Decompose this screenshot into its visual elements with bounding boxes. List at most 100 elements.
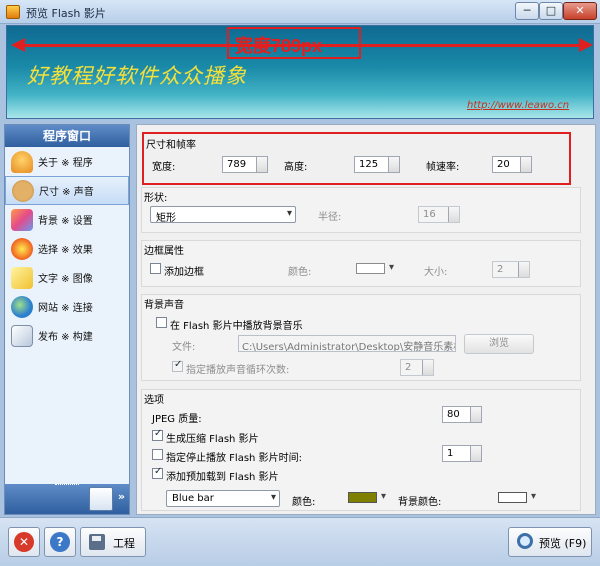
globe-icon — [11, 295, 33, 318]
app-icon — [6, 5, 20, 19]
banner-link[interactable]: http://www.leawo.cn — [467, 100, 569, 111]
help-button[interactable]: ? — [44, 527, 76, 557]
chevron-down-icon[interactable]: ▾ — [389, 262, 394, 273]
sidebar-item-label: 选择 ※ 效果 — [38, 245, 93, 256]
jpeg-quality-label: JPEG 质量: — [152, 414, 202, 425]
jpeg-quality-input[interactable]: 80 — [442, 406, 482, 423]
exit-button[interactable]: ✕ — [8, 527, 40, 557]
border-size-input[interactable]: 2 — [492, 261, 530, 278]
border-size-label: 大小: — [424, 267, 448, 278]
radius-input[interactable]: 16 — [418, 206, 460, 223]
grip-handle[interactable] — [55, 484, 79, 487]
sound-group-title: 背景声音 — [144, 300, 184, 311]
sidebar-item-label: 文字 ※ 图像 — [38, 274, 93, 285]
music-file-field[interactable]: C:\Users\Administrator\Desktop\安静音乐素材\手机 — [238, 335, 456, 352]
sound-group: 背景声音 在 Flash 影片中播放背景音乐 文件: C:\Users\Admi… — [141, 294, 581, 381]
compress-checkbox[interactable] — [152, 428, 163, 441]
background-icon — [11, 208, 33, 231]
preloader-style-select[interactable]: Blue bar — [166, 490, 280, 507]
stop-time-input[interactable]: 1 — [442, 445, 482, 462]
add-border-label: 添加边框 — [164, 267, 204, 278]
sidebar: 程序窗口 关于 ※ 程序 尺寸 ※ 声音 背景 ※ 设置 选择 ※ 效果 文字 … — [4, 124, 130, 515]
settings-panel: 尺寸和帧率 宽度: 789 高度: 125 帧速率: 20 形状: 矩形 半径:… — [136, 124, 596, 515]
border-group-title: 边框属性 — [144, 246, 184, 257]
text-pencil-icon — [11, 266, 33, 289]
sidebar-item-website[interactable]: 网站 ※ 连接 — [5, 292, 129, 321]
stop-time-label: 指定停止播放 Flash 影片时间: — [166, 453, 302, 464]
browse-button[interactable]: 浏览 — [464, 334, 534, 354]
preview-button[interactable]: 预览 (F9) — [508, 527, 592, 557]
background-color-swatch[interactable] — [498, 492, 527, 503]
banner-slogan: 好教程好软件众众播象 — [27, 64, 247, 88]
save-disk-icon — [89, 534, 105, 550]
sidebar-item-text-image[interactable]: 文字 ※ 图像 — [5, 263, 129, 292]
preloader-label: 添加预加载到 Flash 影片 — [166, 472, 279, 483]
height-label: 高度: — [284, 162, 308, 173]
fps-input[interactable]: 20 — [492, 156, 532, 173]
loop-count-input[interactable]: 2 — [400, 359, 434, 376]
sidebar-item-label: 关于 ※ 程序 — [38, 158, 93, 169]
loop-count-checkbox[interactable] — [172, 359, 183, 372]
publish-icon — [11, 324, 33, 347]
options-group-title: 选项 — [144, 395, 164, 406]
arrow-right-icon — [579, 38, 593, 52]
bottom-toolbar: ✕ ? 工程 预览 (F9) — [0, 517, 600, 566]
size-group: 尺寸和帧率 宽度: 789 高度: 125 帧速率: 20 — [141, 131, 581, 186]
background-color-label: 背景颜色: — [398, 497, 442, 508]
magnifier-icon — [517, 533, 533, 549]
loop-count-label: 指定播放声音循环次数: — [186, 365, 290, 376]
maximize-button[interactable]: □ — [539, 2, 563, 20]
size-group-title: 尺寸和帧率 — [146, 140, 196, 151]
close-window-button[interactable]: ✕ — [563, 2, 597, 20]
file-label: 文件: — [172, 342, 196, 353]
border-color-swatch[interactable] — [356, 263, 385, 274]
close-icon: ✕ — [14, 532, 34, 552]
compress-label: 生成压缩 Flash 影片 — [166, 434, 259, 445]
width-input[interactable]: 789 — [222, 156, 268, 173]
play-music-label: 在 Flash 影片中播放背景音乐 — [170, 321, 303, 332]
window-title: 预览 Flash 影片 — [26, 7, 106, 20]
home-icon — [11, 150, 33, 173]
play-music-checkbox[interactable] — [156, 317, 167, 328]
shape-group: 形状: 矩形 半径: 16 — [141, 187, 581, 233]
width-annotation: 宽度789px — [235, 36, 323, 56]
preloader-color-label: 颜色: — [292, 497, 316, 508]
effect-icon — [11, 237, 33, 260]
minimize-button[interactable]: ─ — [515, 2, 539, 20]
sidebar-item-about[interactable]: 关于 ※ 程序 — [5, 147, 129, 176]
cookie-icon — [12, 179, 34, 202]
sidebar-footer: » — [5, 484, 129, 514]
sidebar-header: 程序窗口 — [5, 125, 129, 147]
brush-tool-button[interactable] — [89, 487, 113, 511]
border-color-label: 颜色: — [288, 267, 312, 278]
options-group: 选项 JPEG 质量: 80 生成压缩 Flash 影片 指定停止播放 Flas… — [141, 389, 581, 511]
sidebar-item-label: 发布 ※ 构建 — [38, 332, 93, 343]
chevron-down-icon[interactable]: ▾ — [381, 491, 386, 502]
chevron-right-icon[interactable]: » — [118, 490, 125, 503]
radius-label: 半径: — [318, 212, 342, 223]
sidebar-item-background[interactable]: 背景 ※ 设置 — [5, 205, 129, 234]
sidebar-item-size-sound[interactable]: 尺寸 ※ 声音 — [5, 176, 129, 205]
sidebar-item-label: 背景 ※ 设置 — [38, 216, 93, 227]
height-input[interactable]: 125 — [354, 156, 400, 173]
sidebar-item-label: 网站 ※ 连接 — [38, 303, 93, 314]
sidebar-item-publish[interactable]: 发布 ※ 构建 — [5, 321, 129, 350]
width-label: 宽度: — [152, 162, 176, 173]
preloader-color-swatch[interactable] — [348, 492, 377, 503]
chevron-down-icon[interactable]: ▾ — [531, 491, 536, 502]
preloader-checkbox[interactable] — [152, 466, 163, 479]
sidebar-item-label: 尺寸 ※ 声音 — [39, 187, 94, 198]
stop-time-checkbox[interactable] — [152, 449, 163, 460]
project-button[interactable]: 工程 — [80, 527, 146, 557]
preview-button-label: 预览 (F9) — [539, 537, 587, 550]
shape-group-title: 形状: — [144, 193, 168, 204]
arrow-left-icon — [11, 38, 25, 52]
help-icon: ? — [50, 532, 70, 552]
shape-select[interactable]: 矩形 — [150, 206, 296, 224]
project-button-label: 工程 — [113, 537, 135, 550]
border-group: 边框属性 添加边框 颜色: ▾ 大小: 2 — [141, 240, 581, 287]
fps-label: 帧速率: — [426, 162, 460, 173]
flash-preview-banner: 宽度789px 好教程好软件众众播象 http://www.leawo.cn — [6, 25, 594, 119]
sidebar-item-effects[interactable]: 选择 ※ 效果 — [5, 234, 129, 263]
add-border-checkbox[interactable] — [150, 263, 161, 274]
